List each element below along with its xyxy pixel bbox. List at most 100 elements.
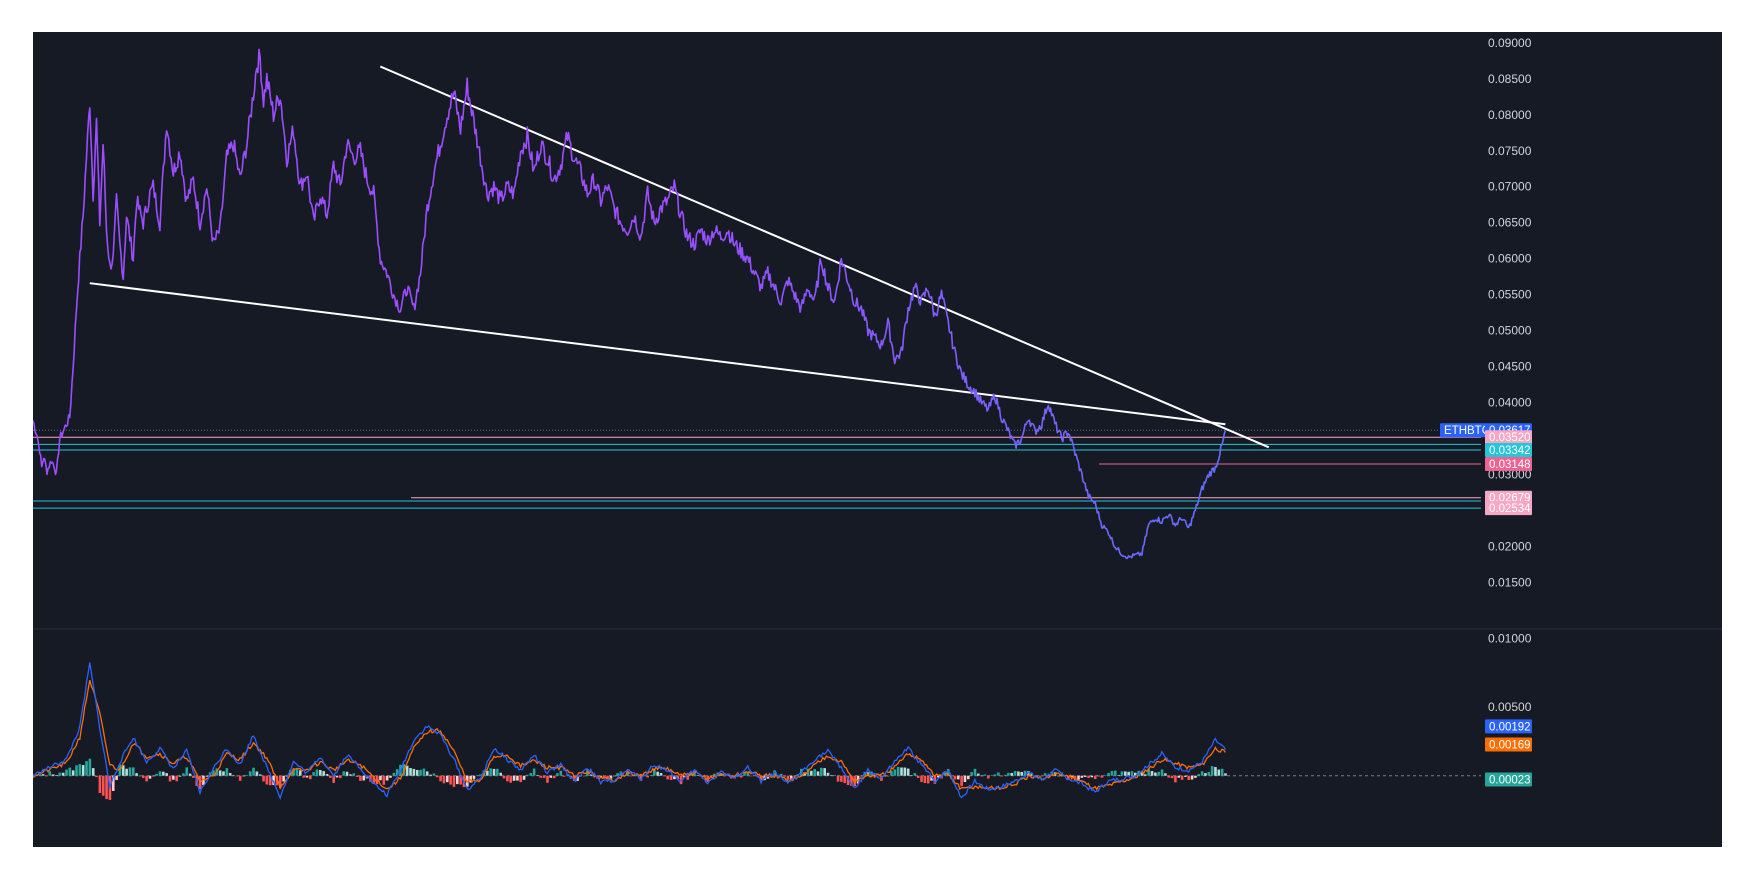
- price-tick-label: 0.08000: [1488, 108, 1532, 122]
- histogram-bar: [1144, 774, 1147, 776]
- histogram-bar: [1007, 772, 1010, 776]
- histogram-bar: [1167, 775, 1170, 778]
- histogram-bar: [893, 769, 897, 776]
- histogram-bar: [339, 775, 342, 779]
- histogram-bar: [345, 771, 349, 776]
- histogram-bar: [1220, 768, 1224, 776]
- histogram-bar: [820, 767, 823, 776]
- histogram-bar: [840, 775, 843, 782]
- macd-value-label: 0.00023: [1489, 775, 1531, 787]
- histogram-bar: [172, 775, 175, 780]
- histogram-bar: [900, 767, 903, 776]
- histogram-bar: [439, 775, 442, 782]
- histogram-bar: [349, 774, 352, 776]
- histogram-bar: [91, 768, 95, 776]
- macd-line: [33, 662, 1226, 801]
- histogram-bar: [85, 761, 88, 776]
- histogram-bar: [1057, 775, 1060, 777]
- histogram-bar: [1003, 774, 1007, 776]
- histogram-bar: [98, 775, 102, 794]
- price-tick-label: 0.06000: [1488, 252, 1532, 266]
- histogram-bar: [967, 775, 970, 780]
- histogram-bar: [522, 775, 526, 780]
- histogram-bar: [412, 768, 416, 776]
- histogram-bar: [429, 774, 432, 776]
- histogram-bar: [1097, 775, 1100, 777]
- histogram-bar: [542, 775, 546, 778]
- histogram-bar: [910, 775, 913, 777]
- histogram-bar: [155, 773, 158, 776]
- histogram-bar: [48, 771, 52, 776]
- histogram-bar: [920, 775, 923, 782]
- histogram-bar: [896, 766, 900, 776]
- histogram-bar: [1110, 771, 1114, 776]
- histogram-bar: [125, 768, 128, 776]
- histogram-bar: [282, 775, 285, 782]
- histogram-bar: [549, 775, 553, 778]
- chart-canvas[interactable]: 0.09000 0.08500 0.08000 0.07500 0.07000 0.065…: [33, 32, 1722, 847]
- histogram-bar: [158, 771, 162, 776]
- histogram-bar: [198, 775, 202, 790]
- histogram-bar: [222, 771, 225, 776]
- macd-signal-line: [33, 679, 1226, 791]
- histogram-bar: [496, 768, 499, 776]
- histogram-bar: [81, 765, 85, 776]
- histogram-bar: [295, 768, 299, 776]
- histogram-bar: [502, 775, 506, 779]
- histogram-bar: [489, 768, 492, 776]
- histogram-bar: [1160, 769, 1164, 776]
- histogram-bar: [1120, 771, 1124, 776]
- histogram-bar: [903, 767, 907, 776]
- histogram-bar: [178, 775, 182, 777]
- histogram-bar: [1207, 772, 1211, 776]
- histogram-bar: [442, 775, 446, 784]
- histogram-bar: [696, 775, 700, 776]
- price-tick-label: 0.04000: [1488, 396, 1532, 410]
- histogram-bar: [389, 775, 392, 778]
- histogram-bar: [663, 775, 666, 777]
- histogram-bar: [529, 773, 533, 776]
- histogram-bar: [1100, 775, 1104, 778]
- price-badge-label: 0.03520: [1489, 432, 1531, 444]
- histogram-bar: [980, 775, 983, 777]
- histogram-bar: [1093, 775, 1097, 780]
- histogram-bar: [906, 768, 910, 776]
- histogram-bar: [499, 772, 502, 776]
- histogram-bar: [960, 775, 963, 787]
- price-tick-label: 0.01500: [1488, 576, 1532, 590]
- histogram-bar: [916, 775, 920, 779]
- histogram-bar: [973, 768, 977, 776]
- histogram-bar: [723, 775, 726, 777]
- histogram-bar: [1037, 775, 1040, 776]
- histogram-bar: [335, 775, 339, 778]
- histogram-bar: [95, 775, 98, 778]
- histogram-bar: [1214, 767, 1217, 776]
- histogram-bar: [252, 767, 255, 776]
- histogram-bar: [258, 774, 262, 776]
- histogram-bar: [1224, 773, 1227, 776]
- histogram-bar: [245, 774, 249, 776]
- histogram-bar: [977, 773, 980, 776]
- histogram-bar: [182, 773, 185, 776]
- histogram-bar: [1217, 769, 1221, 776]
- histogram-bar: [232, 775, 235, 777]
- histogram-bar: [105, 775, 108, 800]
- histogram-bar: [816, 771, 820, 776]
- histogram-bar: [913, 772, 917, 776]
- histogram-bar: [923, 775, 927, 784]
- histogram-bar: [686, 775, 690, 780]
- histogram-bar: [666, 775, 669, 780]
- price-badge-label: 0.03342: [1489, 445, 1531, 457]
- histogram-bar: [329, 775, 332, 778]
- histogram-bar: [1077, 775, 1080, 780]
- histogram-bar: [88, 758, 92, 776]
- histogram-bar: [248, 771, 252, 776]
- macd-value-label: 0.00192: [1489, 721, 1531, 733]
- histogram-bar: [242, 775, 245, 777]
- histogram-bar: [1184, 775, 1187, 777]
- macd-tick-label: 0.00500: [1488, 700, 1532, 714]
- histogram-bar: [238, 775, 242, 781]
- macd-histogram: [33, 758, 1227, 800]
- histogram-bar: [425, 771, 429, 776]
- histogram-bar: [302, 775, 305, 778]
